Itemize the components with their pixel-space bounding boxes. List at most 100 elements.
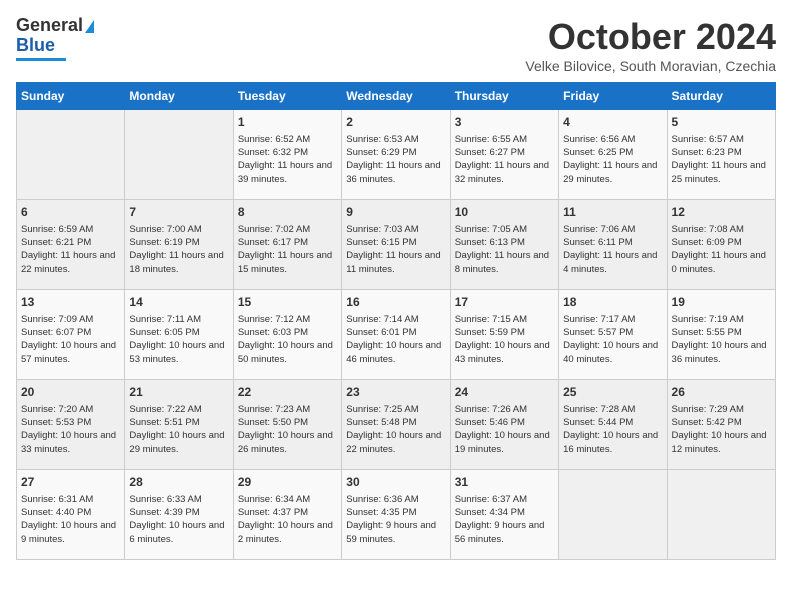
calendar-cell: 7 Sunrise: 7:00 AM Sunset: 6:19 PM Daylig… (125, 200, 233, 290)
day-info: Sunrise: 7:12 AM Sunset: 6:03 PM Dayligh… (238, 313, 337, 366)
day-info: Sunrise: 7:08 AM Sunset: 6:09 PM Dayligh… (672, 223, 771, 276)
day-info: Sunrise: 7:19 AM Sunset: 5:55 PM Dayligh… (672, 313, 771, 366)
day-info: Sunrise: 7:06 AM Sunset: 6:11 PM Dayligh… (563, 223, 662, 276)
calendar-cell: 31 Sunrise: 6:37 AM Sunset: 4:34 PM Dayli… (450, 470, 558, 560)
logo: General Blue (16, 16, 94, 61)
calendar-cell: 20 Sunrise: 7:20 AM Sunset: 5:53 PM Dayli… (17, 380, 125, 470)
weekday-header: Monday (125, 83, 233, 110)
day-number: 1 (238, 114, 337, 131)
calendar-cell: 11Sunrise: 7:06 AM Sunset: 6:11 PM Dayli… (559, 200, 667, 290)
calendar-week-row: 6 Sunrise: 6:59 AM Sunset: 6:21 PM Daylig… (17, 200, 776, 290)
day-number: 27 (21, 474, 120, 491)
calendar-cell: 5 Sunrise: 6:57 AM Sunset: 6:23 PM Daylig… (667, 110, 775, 200)
day-info: Sunrise: 7:05 AM Sunset: 6:13 PM Dayligh… (455, 223, 554, 276)
day-number: 9 (346, 204, 445, 221)
day-number: 17 (455, 294, 554, 311)
logo-text2: Blue (16, 36, 55, 56)
calendar-cell: 17 Sunrise: 7:15 AM Sunset: 5:59 PM Dayli… (450, 290, 558, 380)
calendar-cell: 3 Sunrise: 6:55 AM Sunset: 6:27 PM Daylig… (450, 110, 558, 200)
calendar-cell: 25Sunrise: 7:28 AM Sunset: 5:44 PM Dayli… (559, 380, 667, 470)
calendar-cell: 27 Sunrise: 6:31 AM Sunset: 4:40 PM Dayli… (17, 470, 125, 560)
weekday-header: Saturday (667, 83, 775, 110)
month-title: October 2024 (525, 16, 776, 58)
day-info: Sunrise: 7:25 AM Sunset: 5:48 PM Dayligh… (346, 403, 445, 456)
day-number: 25 (563, 384, 662, 401)
day-number: 13 (21, 294, 120, 311)
page-header: General Blue October 2024 Velke Bilovice… (16, 16, 776, 74)
day-info: Sunrise: 7:15 AM Sunset: 5:59 PM Dayligh… (455, 313, 554, 366)
day-info: Sunrise: 6:59 AM Sunset: 6:21 PM Dayligh… (21, 223, 120, 276)
day-info: Sunrise: 7:11 AM Sunset: 6:05 PM Dayligh… (129, 313, 228, 366)
calendar-cell (125, 110, 233, 200)
day-info: Sunrise: 6:37 AM Sunset: 4:34 PM Dayligh… (455, 493, 554, 546)
day-info: Sunrise: 6:31 AM Sunset: 4:40 PM Dayligh… (21, 493, 120, 546)
day-info: Sunrise: 7:00 AM Sunset: 6:19 PM Dayligh… (129, 223, 228, 276)
day-number: 18 (563, 294, 662, 311)
weekday-header: Wednesday (342, 83, 450, 110)
calendar-cell: 14 Sunrise: 7:11 AM Sunset: 6:05 PM Dayli… (125, 290, 233, 380)
day-number: 15 (238, 294, 337, 311)
calendar-cell: 10 Sunrise: 7:05 AM Sunset: 6:13 PM Dayli… (450, 200, 558, 290)
calendar-cell: 23 Sunrise: 7:25 AM Sunset: 5:48 PM Dayli… (342, 380, 450, 470)
day-info: Sunrise: 7:17 AM Sunset: 5:57 PM Dayligh… (563, 313, 662, 366)
calendar-cell: 26Sunrise: 7:29 AM Sunset: 5:42 PM Dayli… (667, 380, 775, 470)
day-info: Sunrise: 7:22 AM Sunset: 5:51 PM Dayligh… (129, 403, 228, 456)
calendar-cell (667, 470, 775, 560)
calendar-cell: 22 Sunrise: 7:23 AM Sunset: 5:50 PM Dayli… (233, 380, 341, 470)
calendar-cell: 8 Sunrise: 7:02 AM Sunset: 6:17 PM Daylig… (233, 200, 341, 290)
day-info: Sunrise: 6:34 AM Sunset: 4:37 PM Dayligh… (238, 493, 337, 546)
day-number: 4 (563, 114, 662, 131)
calendar-cell: 6 Sunrise: 6:59 AM Sunset: 6:21 PM Daylig… (17, 200, 125, 290)
day-info: Sunrise: 6:56 AM Sunset: 6:25 PM Dayligh… (563, 133, 662, 186)
day-number: 7 (129, 204, 228, 221)
day-number: 14 (129, 294, 228, 311)
day-number: 5 (672, 114, 771, 131)
calendar-week-row: 27 Sunrise: 6:31 AM Sunset: 4:40 PM Dayli… (17, 470, 776, 560)
calendar-table: SundayMondayTuesdayWednesdayThursdayFrid… (16, 82, 776, 560)
day-info: Sunrise: 7:03 AM Sunset: 6:15 PM Dayligh… (346, 223, 445, 276)
calendar-cell (17, 110, 125, 200)
calendar-cell: 28Sunrise: 6:33 AM Sunset: 4:39 PM Dayli… (125, 470, 233, 560)
day-number: 2 (346, 114, 445, 131)
day-info: Sunrise: 6:52 AM Sunset: 6:32 PM Dayligh… (238, 133, 337, 186)
logo-underline (16, 58, 66, 61)
day-info: Sunrise: 7:14 AM Sunset: 6:01 PM Dayligh… (346, 313, 445, 366)
day-number: 26 (672, 384, 771, 401)
calendar-week-row: 20 Sunrise: 7:20 AM Sunset: 5:53 PM Dayli… (17, 380, 776, 470)
day-info: Sunrise: 6:33 AM Sunset: 4:39 PM Dayligh… (129, 493, 228, 546)
calendar-cell: 16Sunrise: 7:14 AM Sunset: 6:01 PM Dayli… (342, 290, 450, 380)
day-info: Sunrise: 6:57 AM Sunset: 6:23 PM Dayligh… (672, 133, 771, 186)
weekday-header: Tuesday (233, 83, 341, 110)
day-info: Sunrise: 6:55 AM Sunset: 6:27 PM Dayligh… (455, 133, 554, 186)
day-number: 21 (129, 384, 228, 401)
logo-text: General (16, 16, 94, 36)
calendar-cell: 13 Sunrise: 7:09 AM Sunset: 6:07 PM Dayli… (17, 290, 125, 380)
calendar-cell: 29 Sunrise: 6:34 AM Sunset: 4:37 PM Dayli… (233, 470, 341, 560)
day-info: Sunrise: 7:20 AM Sunset: 5:53 PM Dayligh… (21, 403, 120, 456)
calendar-cell: 18 Sunrise: 7:17 AM Sunset: 5:57 PM Dayli… (559, 290, 667, 380)
day-number: 22 (238, 384, 337, 401)
calendar-cell: 4 Sunrise: 6:56 AM Sunset: 6:25 PM Daylig… (559, 110, 667, 200)
day-number: 8 (238, 204, 337, 221)
location-title: Velke Bilovice, South Moravian, Czechia (525, 58, 776, 74)
title-block: October 2024 Velke Bilovice, South Morav… (525, 16, 776, 74)
weekday-header: Sunday (17, 83, 125, 110)
day-number: 6 (21, 204, 120, 221)
calendar-cell: 1 Sunrise: 6:52 AM Sunset: 6:32 PM Daylig… (233, 110, 341, 200)
calendar-week-row: 13 Sunrise: 7:09 AM Sunset: 6:07 PM Dayli… (17, 290, 776, 380)
day-info: Sunrise: 7:02 AM Sunset: 6:17 PM Dayligh… (238, 223, 337, 276)
day-number: 12 (672, 204, 771, 221)
calendar-cell: 2Sunrise: 6:53 AM Sunset: 6:29 PM Daylig… (342, 110, 450, 200)
calendar-cell: 12 Sunrise: 7:08 AM Sunset: 6:09 PM Dayli… (667, 200, 775, 290)
day-info: Sunrise: 7:23 AM Sunset: 5:50 PM Dayligh… (238, 403, 337, 456)
day-number: 31 (455, 474, 554, 491)
day-number: 23 (346, 384, 445, 401)
calendar-cell: 24Sunrise: 7:26 AM Sunset: 5:46 PM Dayli… (450, 380, 558, 470)
day-number: 29 (238, 474, 337, 491)
day-info: Sunrise: 6:36 AM Sunset: 4:35 PM Dayligh… (346, 493, 445, 546)
day-info: Sunrise: 7:09 AM Sunset: 6:07 PM Dayligh… (21, 313, 120, 366)
day-number: 20 (21, 384, 120, 401)
day-number: 3 (455, 114, 554, 131)
day-number: 10 (455, 204, 554, 221)
day-number: 19 (672, 294, 771, 311)
